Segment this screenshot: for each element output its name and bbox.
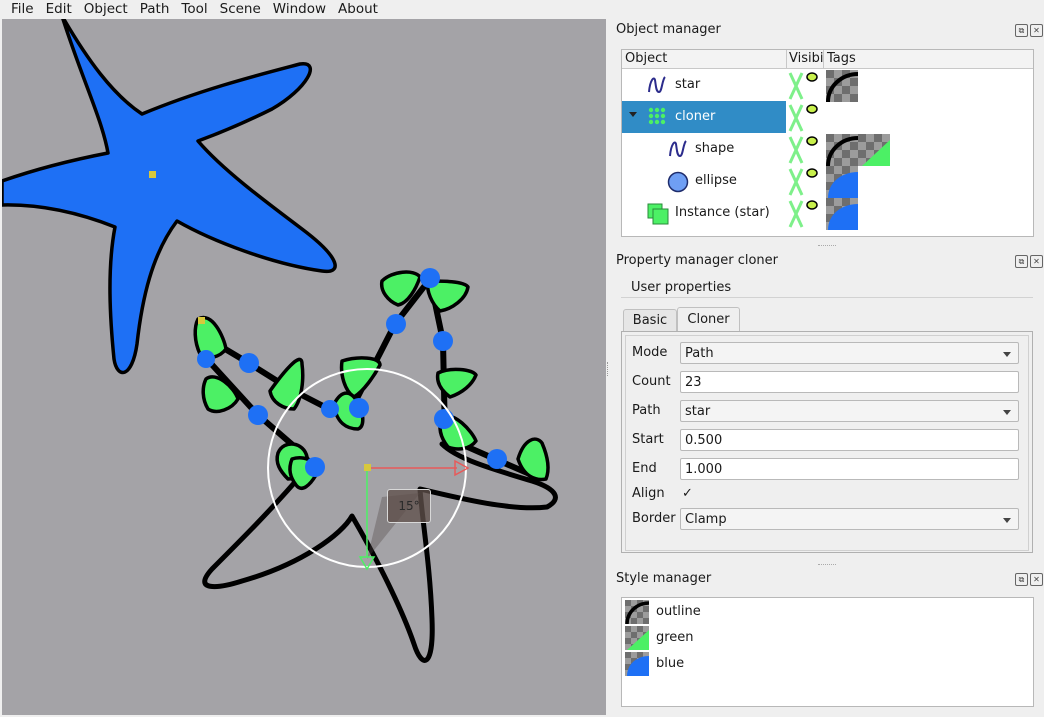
path-icon <box>669 140 687 158</box>
close-icon[interactable]: ✕ <box>1030 573 1043 586</box>
tree-row-instance[interactable]: Instance (star) <box>622 197 1033 230</box>
style-label: outline <box>656 604 701 619</box>
menu-tool[interactable]: Tool <box>175 0 213 19</box>
expand-arrow-icon[interactable] <box>629 112 637 117</box>
star-object[interactable] <box>2 19 337 375</box>
menu-scene[interactable]: Scene <box>214 0 267 19</box>
border-value: Clamp <box>685 512 727 527</box>
cloner-icon <box>648 107 666 125</box>
tree-row-label: Instance (star) <box>675 205 770 220</box>
shape-path[interactable] <box>202 441 558 663</box>
tab-basic[interactable]: Basic <box>623 309 677 332</box>
tree-row-label: shape <box>695 141 735 156</box>
close-icon[interactable]: ✕ <box>1030 24 1043 37</box>
instance-icon <box>647 203 669 225</box>
column-visibility[interactable]: Visibil <box>786 50 823 68</box>
viewport-canvas[interactable]: 15° <box>2 19 606 715</box>
float-icon[interactable]: ⧉ <box>1015 573 1028 586</box>
gizmo-origin-handle[interactable] <box>364 464 371 471</box>
blue-style-tag-icon[interactable] <box>826 166 858 198</box>
splitter-handle[interactable] <box>607 362 611 376</box>
divider <box>621 297 1033 298</box>
menu-file[interactable]: File <box>0 0 40 19</box>
visibility-icon[interactable] <box>788 103 820 133</box>
style-label: green <box>656 630 694 645</box>
path-icon <box>648 76 666 94</box>
menu-bar: File Edit Object Path Tool Scene Window … <box>0 0 1044 19</box>
mode-value: Path <box>685 346 714 361</box>
menu-about[interactable]: About <box>332 0 384 19</box>
count-label: Count <box>632 374 671 389</box>
end-label: End <box>632 461 657 476</box>
dock-resize-grip[interactable] <box>818 245 836 249</box>
tree-row-label: ellipse <box>695 173 737 188</box>
dock-resize-grip[interactable] <box>818 564 836 568</box>
menu-path[interactable]: Path <box>134 0 176 19</box>
count-input[interactable]: 23 <box>680 371 1019 393</box>
align-label: Align <box>632 486 665 501</box>
style-manager-dock-buttons: ⧉ ✕ <box>1015 573 1043 586</box>
menu-window[interactable]: Window <box>267 0 332 19</box>
border-label: Border <box>632 511 676 526</box>
blue-style-tag-icon[interactable] <box>826 198 858 230</box>
tree-row-label: cloner <box>675 109 716 124</box>
green-style-tag-icon[interactable] <box>858 134 890 166</box>
chevron-down-icon <box>1003 518 1011 523</box>
tree-row-star[interactable]: star <box>622 69 1033 102</box>
outline-style-tag-icon[interactable] <box>826 134 858 166</box>
style-label: blue <box>656 656 685 671</box>
menu-edit[interactable]: Edit <box>40 0 78 19</box>
scene-drawing <box>2 19 558 663</box>
object-manager-title: Object manager <box>616 22 721 37</box>
object-tree[interactable]: Object Visibil Tags star cloner <box>621 49 1034 237</box>
blue-style-icon <box>625 652 649 676</box>
property-manager-dock-buttons: ⧉ ✕ <box>1015 255 1043 268</box>
close-icon[interactable]: ✕ <box>1030 255 1043 268</box>
cloner-origin-handle[interactable] <box>198 317 205 324</box>
path-label: Path <box>632 403 661 418</box>
chevron-down-icon <box>1003 410 1011 415</box>
path-select[interactable]: star <box>680 400 1019 422</box>
object-tree-header: Object Visibil Tags <box>622 50 1033 69</box>
user-properties-group[interactable]: User properties <box>631 280 731 295</box>
end-input[interactable]: 1.000 <box>680 458 1019 480</box>
green-style-icon <box>625 626 649 650</box>
style-list[interactable]: outline green blue <box>621 597 1034 707</box>
property-manager-title: Property manager cloner <box>616 253 778 268</box>
float-icon[interactable]: ⧉ <box>1015 24 1028 37</box>
outline-style-tag-icon[interactable] <box>826 70 858 102</box>
border-select[interactable]: Clamp <box>680 508 1019 530</box>
float-icon[interactable]: ⧉ <box>1015 255 1028 268</box>
path-value: star <box>685 404 711 419</box>
tree-row-cloner[interactable]: cloner <box>622 101 1033 133</box>
mode-label: Mode <box>632 345 668 360</box>
outline-style-icon <box>625 600 649 624</box>
object-manager-dock-buttons: ⧉ ✕ <box>1015 24 1043 37</box>
rotation-angle-label: 15° <box>387 489 431 523</box>
column-tags[interactable]: Tags <box>824 50 856 68</box>
mode-select[interactable]: Path <box>680 342 1019 364</box>
tree-row-ellipse[interactable]: ellipse <box>622 165 1033 198</box>
tree-row-shape[interactable]: shape <box>622 133 1033 166</box>
tree-row-label: star <box>675 77 701 92</box>
visibility-icon[interactable] <box>788 167 820 197</box>
star-origin-handle[interactable] <box>149 171 156 178</box>
tab-cloner[interactable]: Cloner <box>677 307 740 332</box>
align-checkbox[interactable]: ✓ <box>681 487 694 500</box>
start-label: Start <box>632 432 664 447</box>
ellipse-icon <box>667 171 689 193</box>
menu-object[interactable]: Object <box>78 0 134 19</box>
style-manager-title: Style manager <box>616 571 712 586</box>
visibility-icon[interactable] <box>788 135 820 165</box>
visibility-icon[interactable] <box>788 199 820 229</box>
start-input[interactable]: 0.500 <box>680 429 1019 451</box>
column-object[interactable]: Object <box>622 50 667 68</box>
visibility-icon[interactable] <box>788 71 820 101</box>
chevron-down-icon <box>1003 352 1011 357</box>
